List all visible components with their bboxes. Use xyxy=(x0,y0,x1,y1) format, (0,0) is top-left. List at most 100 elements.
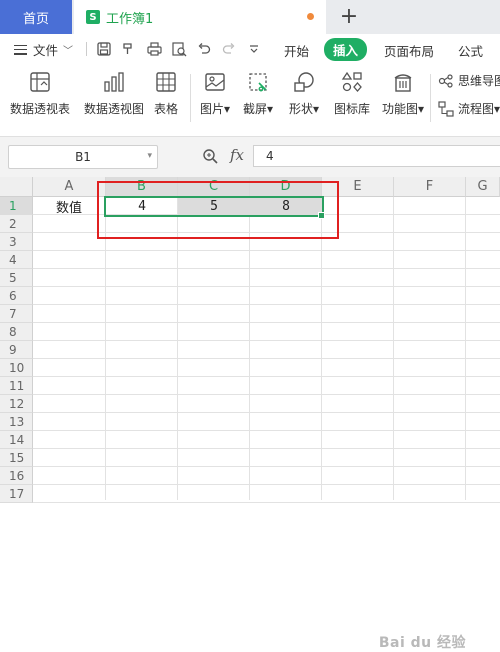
format-painter-icon[interactable] xyxy=(120,41,136,57)
menu-item-insert[interactable]: 插入 xyxy=(324,38,368,61)
dropdown-arrow-icon: ▾ xyxy=(224,102,231,116)
grid-row-line xyxy=(33,484,500,485)
grid-row-line xyxy=(33,268,500,269)
menu-item-page-layout[interactable]: 页面布局 xyxy=(384,41,434,60)
row-header-7[interactable]: 7 xyxy=(0,305,33,323)
shapes-button[interactable]: 形状▾ xyxy=(289,70,319,117)
ribbon-insert: 数据透视表 数据透视图 表格 图片▾ 截屏▾ 形状▾ 图标库 功能图▾ 思维导图… xyxy=(0,64,500,137)
row-header-1[interactable]: 1 xyxy=(0,197,33,215)
pivot-table-label: 数据透视表 xyxy=(10,102,71,116)
screenshot-icon xyxy=(249,73,267,92)
pivot-chart-label: 数据透视图 xyxy=(84,102,145,116)
menu-item-home[interactable]: 开始 xyxy=(284,41,309,60)
row-header-2[interactable]: 2 xyxy=(0,215,33,233)
dropdown-arrow-icon: ▾ xyxy=(313,102,320,116)
dropdown-arrow-icon: ▾ xyxy=(418,102,425,116)
divider xyxy=(430,74,431,122)
flowchart-label: 流程图▾ xyxy=(458,102,500,116)
divider xyxy=(86,42,87,56)
mindmap-label: 思维导图 xyxy=(458,74,500,88)
row-header-10[interactable]: 10 xyxy=(0,359,33,377)
mindmap-icon xyxy=(438,73,453,88)
row-header-17[interactable]: 17 xyxy=(0,485,33,503)
row-header-15[interactable]: 15 xyxy=(0,449,33,467)
grid-column-line xyxy=(249,197,250,500)
spreadsheet-grid[interactable]: ABCDEFG 1 2 3 4 5 6 7 8 9 10 11 12 13 14 15 16 17 数值 4 5… xyxy=(0,177,500,651)
row-header-6[interactable]: 6 xyxy=(0,287,33,305)
row-header-11[interactable]: 11 xyxy=(0,377,33,395)
tab-workbook[interactable]: S 工作簿1 xyxy=(74,0,326,34)
flowchart-button[interactable]: 流程图▾ xyxy=(438,100,500,117)
grid-row-line xyxy=(33,448,500,449)
print-preview-icon[interactable] xyxy=(171,41,187,57)
grid-row-line xyxy=(33,322,500,323)
row-header-12[interactable]: 12 xyxy=(0,395,33,413)
zoom-search-icon[interactable] xyxy=(202,148,218,167)
file-menu[interactable]: 文件 ﹀ xyxy=(14,40,73,59)
picture-button[interactable]: 图片▾ xyxy=(200,70,230,117)
table-label: 表格 xyxy=(154,102,179,116)
chevron-down-icon[interactable]: ▾ xyxy=(147,151,152,161)
chevron-down-icon: ﹀ xyxy=(63,46,74,57)
pivot-table-icon xyxy=(30,72,50,92)
redo-icon[interactable] xyxy=(221,41,237,57)
row-header-4[interactable]: 4 xyxy=(0,251,33,269)
row-header-14[interactable]: 14 xyxy=(0,431,33,449)
table-button[interactable]: 表格 xyxy=(154,70,178,117)
pivot-table-button[interactable]: 数据透视表 xyxy=(10,70,70,117)
mindmap-button[interactable]: 思维导图 xyxy=(438,72,500,89)
unsaved-dot-icon xyxy=(307,13,314,20)
name-box-value: B1 xyxy=(75,150,91,164)
tab-bar: 首页 S 工作簿1 + xyxy=(0,0,500,34)
hamburger-icon xyxy=(14,44,27,55)
icon-library-label: 图标库 xyxy=(334,102,371,116)
tab-home[interactable]: 首页 xyxy=(0,0,72,34)
menu-bar: 文件 ﹀ 开始 插入 页面布局 公式 xyxy=(0,34,500,64)
row-header-13[interactable]: 13 xyxy=(0,413,33,431)
icon-library-button[interactable]: 图标库 xyxy=(334,70,370,117)
column-header-f[interactable]: F xyxy=(394,177,466,197)
flowchart-icon xyxy=(438,100,454,117)
function-chart-label: 功能图▾ xyxy=(382,102,425,116)
menu-item-formula[interactable]: 公式 xyxy=(458,41,483,60)
select-all-corner[interactable] xyxy=(0,177,33,197)
undo-icon[interactable] xyxy=(196,41,212,57)
picture-label: 图片▾ xyxy=(200,102,231,116)
pivot-chart-icon xyxy=(104,72,124,92)
name-box[interactable]: B1 ▾ xyxy=(8,145,158,169)
row-header-16[interactable]: 16 xyxy=(0,467,33,485)
row-header-5[interactable]: 5 xyxy=(0,269,33,287)
grid-row-line xyxy=(33,250,500,251)
dropdown-arrow-icon: ▾ xyxy=(494,102,500,116)
function-chart-button[interactable]: 功能图▾ xyxy=(382,70,424,117)
formula-bar: B1 ▾ fx 4 xyxy=(0,137,500,177)
grid-row-line xyxy=(33,376,500,377)
icon-library-icon xyxy=(341,71,362,92)
screenshot-button[interactable]: 截屏▾ xyxy=(243,70,273,117)
pivot-chart-button[interactable]: 数据透视图 xyxy=(84,70,144,117)
grid-row-line xyxy=(33,412,500,413)
picture-icon xyxy=(205,73,225,91)
grid-column-line xyxy=(321,197,322,500)
row-header-3[interactable]: 3 xyxy=(0,233,33,251)
formula-input[interactable]: 4 xyxy=(253,145,500,167)
save-icon[interactable] xyxy=(96,41,112,57)
new-tab-button[interactable]: + xyxy=(336,3,362,29)
row-header-8[interactable]: 8 xyxy=(0,323,33,341)
insert-function-button[interactable]: fx xyxy=(230,146,244,164)
grid-column-line xyxy=(393,197,394,500)
column-header-a[interactable]: A xyxy=(33,177,106,197)
grid-column-line xyxy=(177,197,178,500)
print-icon[interactable] xyxy=(146,41,162,57)
column-header-g[interactable]: G xyxy=(466,177,500,197)
more-chevron-icon[interactable] xyxy=(246,41,262,57)
spreadsheet-icon: S xyxy=(86,10,100,24)
grid-row-line xyxy=(33,340,500,341)
grid-column-line xyxy=(465,197,466,500)
grid-row-line xyxy=(33,286,500,287)
cell-a1[interactable]: 数值 xyxy=(33,197,105,216)
function-chart-icon xyxy=(394,74,412,92)
row-header-9[interactable]: 9 xyxy=(0,341,33,359)
screenshot-label: 截屏▾ xyxy=(243,102,274,116)
formula-value: 4 xyxy=(266,149,274,163)
